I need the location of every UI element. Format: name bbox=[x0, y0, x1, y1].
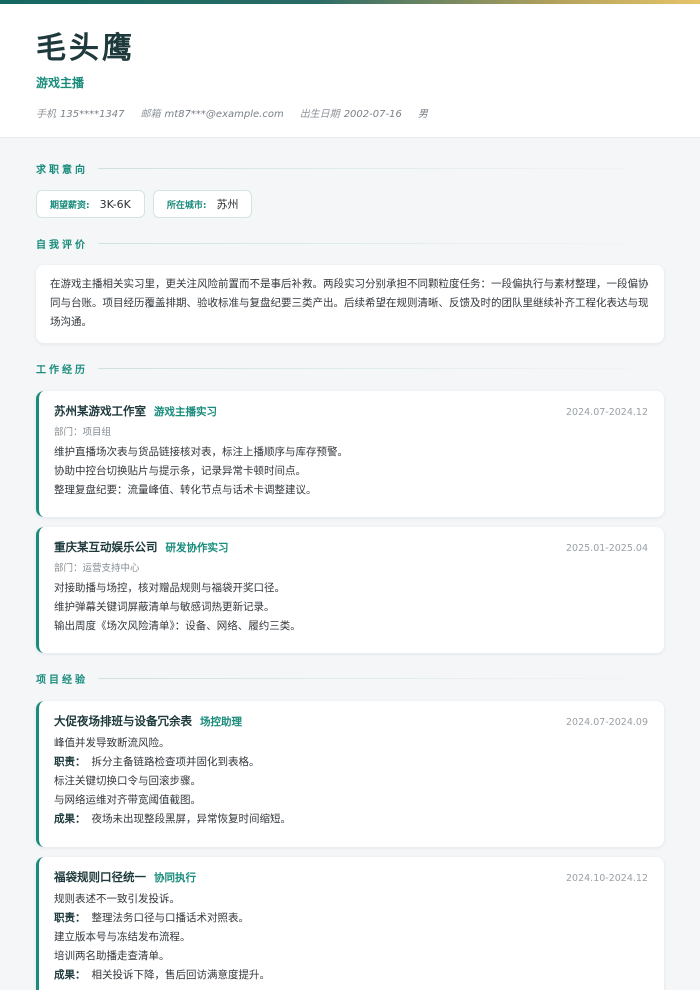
project-role: 场控助理 bbox=[200, 716, 242, 728]
contact-phone: 手机 135****1347 bbox=[36, 109, 125, 120]
summary-card: 在游戏主播相关实习里，更关注风险前置而不是事后补救。两段实习分别承担不同颗粒度任… bbox=[36, 265, 664, 343]
contact-list: 手机 135****1347 邮箱 mt87***@example.com 出生日期… bbox=[36, 105, 664, 120]
work-role: 研发协作实习 bbox=[165, 542, 229, 554]
work-duties: 维护直播场次表与货品链接核对表，标注上播顺序与库存预警。 协助中控台切换贴片与提… bbox=[54, 446, 348, 496]
intent-chips: 期望薪资: 3K-6K 所在城市: 苏州 bbox=[36, 190, 664, 218]
project-details: 规则表述不一致引发投诉。 职责： 整理法务口径与口播话术对照表。 建立版本号与冻结… bbox=[54, 890, 648, 985]
work-entry: 重庆某互动娱乐公司 研发协作实习 2025.01-2025.04 部门：运营支持… bbox=[36, 527, 664, 653]
work-org: 重庆某互动娱乐公司 bbox=[54, 540, 158, 554]
section-title-intent: 求职意向 bbox=[36, 161, 664, 176]
salary-chip: 期望薪资: 3K-6K bbox=[36, 190, 145, 218]
project-entry: 大促夜场排班与设备冗余表 场控助理 2024.07-2024.09 峰值并发导致… bbox=[36, 701, 664, 847]
section-title-work: 工作经历 bbox=[36, 361, 664, 376]
project-date: 2024.10-2024.12 bbox=[566, 873, 648, 884]
project-name: 福袋规则口径统一 bbox=[54, 870, 146, 884]
project-entry: 福袋规则口径统一 协同执行 2024.10-2024.12 规则表述不一致引发投… bbox=[36, 857, 664, 990]
project-date: 2024.07-2024.09 bbox=[566, 717, 648, 728]
project-name: 大促夜场排班与设备冗余表 bbox=[54, 714, 192, 728]
contact-birthdate: 出生日期 2002-07-16 bbox=[299, 109, 402, 120]
project-role: 协同执行 bbox=[154, 872, 196, 884]
contact-gender: 男 bbox=[417, 109, 428, 120]
project-intro: 峰值并发导致断流风险。 bbox=[54, 737, 170, 749]
project-details: 峰值并发导致断流风险。 职责： 拆分主备链路检查项并固化到表格。 标注关键切换口令… bbox=[54, 734, 648, 829]
work-date: 2025.01-2025.04 bbox=[566, 543, 648, 554]
candidate-role: 游戏主播 bbox=[36, 76, 85, 90]
contact-email: 邮箱 mt87***@example.com bbox=[140, 109, 284, 120]
city-chip: 所在城市: 苏州 bbox=[152, 190, 253, 218]
work-duties: 对接助播与场控，核对赠品规则与福袋开奖口径。 维护弹幕关键词屏蔽清单与敏感词热更… bbox=[54, 582, 301, 632]
work-org: 苏州某游戏工作室 bbox=[54, 404, 146, 418]
summary-text: 在游戏主播相关实习里，更关注风险前置而不是事后补救。两段实习分别承担不同颗粒度任… bbox=[50, 278, 649, 328]
work-role: 游戏主播实习 bbox=[154, 406, 217, 418]
section-title-projects: 项目经验 bbox=[36, 671, 664, 686]
section-title-summary: 自我评价 bbox=[36, 236, 664, 251]
work-date: 2024.07-2024.12 bbox=[566, 407, 648, 418]
project-intro: 规则表述不一致引发投诉。 bbox=[54, 893, 180, 905]
work-entry: 苏州某游戏工作室 游戏主播实习 2024.07-2024.12 部门：项目组 维… bbox=[36, 391, 664, 517]
candidate-name: 毛头鹰 bbox=[36, 31, 135, 66]
work-dept: 部门：运营支持中心 bbox=[54, 563, 140, 574]
resume-header: 毛头鹰 游戏主播 手机 135****1347 邮箱 mt87***@example… bbox=[0, 4, 700, 138]
work-dept: 部门：项目组 bbox=[54, 427, 112, 438]
